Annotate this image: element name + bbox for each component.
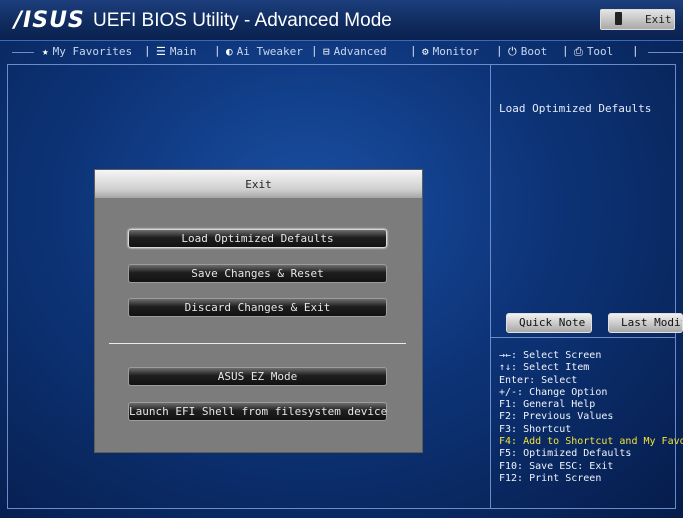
tab-label: Tool [586, 45, 614, 58]
tab-monitor[interactable]: ⚙ Monitor [422, 45, 479, 58]
star-icon: ★ [42, 45, 49, 58]
title-bar: /ISUS UEFI BIOS Utility - Advanced Mode … [0, 0, 683, 41]
tab-separator: | [562, 44, 569, 57]
tab-label: My Favorites [52, 45, 133, 58]
power-icon: ⏻ [508, 45, 517, 58]
asus-ez-mode-button[interactable]: ASUS EZ Mode [128, 367, 387, 386]
app-title: UEFI BIOS Utility - Advanced Mode [93, 10, 392, 31]
launch-efi-shell-button[interactable]: Launch EFI Shell from filesystem device [128, 402, 387, 421]
load-optimized-defaults-button[interactable]: Load Optimized Defaults [128, 229, 387, 248]
key-help-item-favorites: F4: Add to Shortcut and My Favorites [499, 436, 683, 448]
tab-label: Boot [520, 45, 548, 58]
tab-advanced[interactable]: ⊟ Advanced [323, 45, 387, 58]
tab-label: Advanced [333, 45, 387, 58]
help-description: Load Optimized Defaults [499, 102, 652, 115]
tab-main[interactable]: ☰ Main [156, 45, 196, 58]
nav-line-left [12, 52, 34, 53]
key-help-item: ↑↓: Select Item [499, 362, 590, 374]
tab-my-favorites[interactable]: ★ My Favorites [42, 45, 132, 58]
main-nav: ★ My Favorites | ☰ Main | ◐ Ai Tweaker | ⊟ A… [0, 40, 683, 64]
tab-separator: | [496, 44, 503, 57]
discard-changes-exit-button[interactable]: Discard Changes & Exit [128, 298, 387, 317]
key-help-item: F2: Previous Values [499, 411, 614, 423]
tab-label: Ai Tweaker [236, 45, 303, 58]
ai-tweaker-icon: ◐ [226, 45, 233, 58]
last-modified-button[interactable]: Last Modified [608, 313, 683, 333]
save-changes-reset-button[interactable]: Save Changes & Reset [128, 264, 387, 283]
tab-separator: | [311, 44, 318, 57]
quick-note-button[interactable]: Quick Note [506, 313, 592, 333]
tab-ai-tweaker[interactable]: ◐ Ai Tweaker [226, 45, 303, 58]
tab-separator: | [144, 44, 151, 57]
exit-dialog-title: Exit [95, 170, 422, 198]
list-icon: ☰ [156, 45, 166, 58]
nav-line-right [648, 52, 683, 53]
monitor-icon: ⚙ [422, 45, 429, 58]
key-help-item: F12: Print Screen [499, 472, 602, 484]
tab-separator: | [410, 44, 417, 57]
printer-icon: ⎙ [574, 45, 583, 58]
tab-tool[interactable]: ⎙ Tool [574, 45, 613, 59]
exit-button[interactable]: Exit [600, 9, 675, 30]
tab-boot[interactable]: ⏻ Boot [508, 45, 547, 59]
advanced-icon: ⊟ [323, 45, 330, 58]
key-help-item: Enter: Select [499, 374, 578, 386]
key-help-item: F1: General Help [499, 399, 596, 411]
tab-separator: | [214, 44, 221, 57]
door-icon [615, 12, 622, 25]
help-panel-divider [490, 64, 491, 509]
tab-label: Main [169, 45, 197, 58]
tab-separator: | [632, 44, 639, 57]
exit-button-label: Exit [645, 13, 672, 26]
key-help-item: F3: Shortcut [499, 423, 572, 435]
key-help-item: +/-: Change Option [499, 386, 608, 398]
dialog-separator [109, 343, 406, 344]
key-help-item: →←: Select Screen [499, 350, 602, 361]
key-help-list: →←: Select Screen ↑↓: Select Item Enter:… [499, 350, 683, 485]
tab-label: Monitor [432, 45, 479, 58]
key-help-item: F10: Save ESC: Exit [499, 460, 614, 472]
exit-dialog: Exit Load Optimized Defaults Save Change… [95, 170, 422, 452]
help-separator [491, 337, 676, 338]
key-help-item: F5: Optimized Defaults [499, 448, 632, 460]
asus-logo: /ISUS [14, 8, 85, 33]
